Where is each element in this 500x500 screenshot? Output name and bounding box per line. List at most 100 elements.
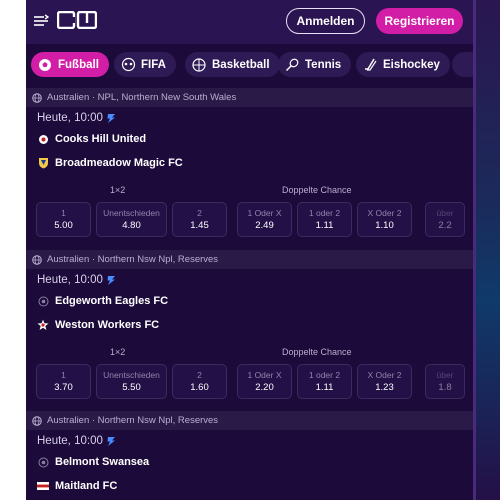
odds-button[interactable]: 1 Oder X 2.20	[237, 364, 292, 399]
sport-chip-label: FIFA	[141, 58, 166, 71]
home-team[interactable]: Edgeworth Eagles FC	[37, 295, 168, 307]
odds-value: 1.11	[315, 381, 334, 393]
tennis-racket-icon	[284, 57, 300, 73]
odds-button[interactable]: 1 oder 2 1.11	[297, 202, 352, 237]
league-header: Australien · Northern Nsw Npl, Reserves	[26, 411, 473, 430]
odds-value: 4.80	[122, 219, 141, 231]
match-time: Heute, 10:00	[37, 112, 116, 124]
home-team[interactable]: Cooks Hill United	[37, 133, 146, 145]
boost-icon	[107, 275, 115, 285]
odds-button[interactable]: 1 5.00	[36, 202, 91, 237]
odds-value: 5.00	[54, 219, 73, 231]
odds-button[interactable]: X Oder 2 1.10	[357, 202, 412, 237]
sport-chip-label: Fußball	[58, 58, 99, 71]
match-time-text: Heute, 10:00	[37, 274, 103, 286]
logo[interactable]	[57, 11, 97, 29]
odds-label: 1	[61, 207, 66, 218]
away-team[interactable]: Weston Workers FC	[37, 319, 159, 331]
odds-button[interactable]: 2 1.45	[172, 202, 227, 237]
team-crest-icon	[37, 133, 49, 145]
odds-button[interactable]: 1 3.70	[36, 364, 91, 399]
league-name: Australien · NPL, Northern New South Wal…	[47, 92, 237, 103]
odds-label: über	[436, 369, 454, 380]
soccer-ball-icon	[37, 57, 53, 73]
match-time-text: Heute, 10:00	[37, 435, 103, 447]
odds-value: 1.60	[190, 381, 209, 393]
gamepad-icon	[120, 57, 136, 73]
market-header-double-chance: Doppelte Chance	[282, 347, 352, 357]
boost-icon	[107, 113, 115, 123]
odds-button[interactable]: X Oder 2 1.23	[357, 364, 412, 399]
boost-icon	[107, 436, 115, 446]
home-team-name: Cooks Hill United	[55, 133, 147, 145]
odds-button[interactable]: Unentschieden 5.50	[96, 364, 167, 399]
league-name: Australien · Northern Nsw Npl, Reserves	[47, 254, 219, 265]
odds-label: Unentschieden	[103, 207, 160, 218]
odds-value: 5.50	[122, 381, 141, 393]
basketball-icon	[191, 57, 207, 73]
market-header-1x2: 1×2	[110, 185, 126, 195]
odds-button[interactable]: Unentschieden 4.80	[96, 202, 167, 237]
home-team-name: Edgeworth Eagles FC	[55, 295, 169, 307]
match-time-text: Heute, 10:00	[37, 112, 103, 124]
odds-button[interactable]: 1 oder 2 1.11	[297, 364, 352, 399]
home-team[interactable]: Belmont Swansea	[37, 456, 149, 468]
team-crest-icon	[37, 480, 49, 492]
home-team-name: Belmont Swansea	[55, 456, 150, 468]
team-crest-icon	[37, 456, 49, 468]
odds-label: X Oder 2	[367, 207, 402, 218]
odds-value: 1.45	[190, 219, 209, 231]
team-crest-icon	[37, 157, 49, 169]
sport-chip-basketball[interactable]: Basketball	[185, 52, 280, 77]
sport-chip-fifa[interactable]: FIFA	[114, 52, 176, 77]
away-team-name: Maitland FC	[55, 480, 118, 492]
odds-label: 1	[61, 369, 66, 380]
menu-icon[interactable]	[33, 14, 49, 28]
market-header-double-chance: Doppelte Chance	[282, 185, 352, 195]
odds-button[interactable]: 1 Oder X 2.49	[237, 202, 292, 237]
odds-label: 1 Oder X	[247, 369, 282, 380]
odds-label: X Oder 2	[367, 369, 402, 380]
globe-icon	[32, 415, 42, 426]
odds-label: 2	[197, 207, 202, 218]
market-header-1x2: 1×2	[110, 347, 126, 357]
login-button[interactable]: Anmelden	[286, 8, 365, 34]
odds-label: 1 Oder X	[247, 207, 282, 218]
league-header: Australien · Northern Nsw Npl, Reserves	[26, 250, 473, 269]
odds-label: 2	[197, 369, 202, 380]
odds-label: 1 oder 2	[308, 369, 341, 380]
sport-chip-label: Basketball	[212, 58, 270, 71]
globe-icon	[32, 92, 42, 103]
odds-value: 1.11	[315, 219, 334, 231]
match-time: Heute, 10:00	[37, 274, 116, 286]
away-team[interactable]: Maitland FC	[37, 480, 117, 492]
sportsbook-app: Anmelden Registrieren Fußball FIFA Baske…	[26, 0, 473, 500]
background-edge	[473, 0, 500, 500]
sport-chip-more[interactable]	[452, 52, 473, 77]
odds-button[interactable]: über 1.8	[425, 364, 465, 399]
sport-filter-bar: Fußball FIFA Basketball Tennis Eishockey	[26, 44, 473, 88]
away-team[interactable]: Broadmeadow Magic FC	[37, 157, 183, 169]
odds-label: Unentschieden	[103, 369, 160, 380]
top-bar: Anmelden Registrieren	[26, 0, 473, 44]
odds-value: 1.10	[375, 219, 394, 231]
sport-chip-label: Eishockey	[383, 58, 440, 71]
odds-button[interactable]: über 2.2	[425, 202, 465, 237]
sport-chip-tennis[interactable]: Tennis	[278, 52, 352, 77]
register-button[interactable]: Registrieren	[376, 8, 463, 34]
team-crest-icon	[37, 295, 49, 307]
odds-label: 1 oder 2	[308, 207, 341, 218]
sport-chip-label: Tennis	[305, 58, 342, 71]
sport-chip-football[interactable]: Fußball	[31, 52, 109, 77]
odds-value: 2.2	[438, 219, 452, 231]
away-team-name: Broadmeadow Magic FC	[55, 157, 183, 169]
globe-icon	[32, 254, 42, 265]
league-name: Australien · Northern Nsw Npl, Reserves	[47, 415, 219, 426]
away-team-name: Weston Workers FC	[55, 319, 160, 331]
team-crest-icon	[37, 319, 49, 331]
sport-chip-icehockey[interactable]: Eishockey	[356, 52, 450, 77]
hockey-stick-icon	[362, 57, 378, 73]
odds-value: 3.70	[54, 381, 73, 393]
odds-button[interactable]: 2 1.60	[172, 364, 227, 399]
odds-value: 2.49	[255, 219, 274, 231]
